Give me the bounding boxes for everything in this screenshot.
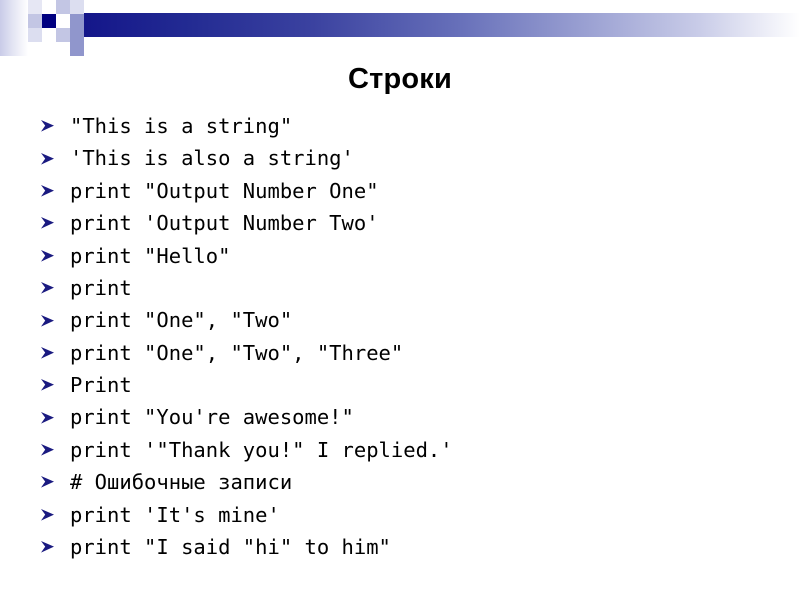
checker-square-7 bbox=[56, 14, 70, 28]
list-item: print "I said "hi" to him" bbox=[38, 531, 788, 563]
list-item-text: # Ошибочные записи bbox=[70, 470, 293, 495]
list-item-text: print "Output Number One" bbox=[70, 178, 379, 203]
checker-square-8 bbox=[70, 14, 84, 28]
arrow-bullet-icon bbox=[38, 540, 70, 554]
list-item-text: 'This is also a string' bbox=[70, 146, 354, 171]
list-item: print '"Thank you!" I replied.' bbox=[38, 434, 788, 466]
list-item-text: print "I said "hi" to him" bbox=[70, 535, 391, 560]
arrow-bullet-icon bbox=[38, 216, 70, 230]
arrow-bullet-icon bbox=[38, 152, 70, 166]
list-item: # Ошибочные записи bbox=[38, 466, 788, 498]
list-item-text: print "You're awesome!" bbox=[70, 405, 354, 430]
checker-square-13 bbox=[70, 42, 84, 56]
list-item-text: print "Hello" bbox=[70, 243, 231, 268]
list-item-text: print "One", "Two", "Three" bbox=[70, 340, 404, 365]
list-item-text: print "One", "Two" bbox=[70, 308, 293, 333]
list-item-text: Print bbox=[70, 373, 132, 398]
list-item: print 'It's mine' bbox=[38, 499, 788, 531]
arrow-bullet-icon bbox=[38, 475, 70, 489]
arrow-bullet-icon bbox=[38, 281, 70, 295]
arrow-bullet-icon bbox=[38, 508, 70, 522]
arrow-bullet-icon bbox=[38, 119, 70, 133]
header-gradient-bar bbox=[84, 13, 800, 37]
slide-header-decoration bbox=[0, 0, 800, 60]
list-item-text: print 'Output Number Two' bbox=[70, 211, 379, 236]
list-item: "This is a string" bbox=[38, 110, 788, 142]
slide-title: Строки bbox=[347, 63, 453, 95]
arrow-bullet-icon bbox=[38, 314, 70, 328]
checker-square-4 bbox=[70, 0, 84, 14]
arrow-bullet-icon bbox=[38, 411, 70, 425]
checker-square-5 bbox=[28, 14, 42, 28]
list-item: 'This is also a string' bbox=[38, 142, 788, 174]
checker-square-6 bbox=[42, 14, 56, 28]
list-item: print "One", "Two" bbox=[38, 304, 788, 336]
checker-square-3 bbox=[56, 0, 70, 14]
arrow-bullet-icon bbox=[38, 184, 70, 198]
list-item-text: print '"Thank you!" I replied.' bbox=[70, 437, 453, 462]
arrow-bullet-icon bbox=[38, 346, 70, 360]
list-item: print 'Output Number Two' bbox=[38, 207, 788, 239]
list-item: print "You're awesome!" bbox=[38, 402, 788, 434]
header-left-gradient-wash bbox=[0, 0, 28, 56]
list-item-text: print 'It's mine' bbox=[70, 502, 280, 527]
list-item: print "One", "Two", "Three" bbox=[38, 337, 788, 369]
list-item: print "Hello" bbox=[38, 240, 788, 272]
checker-square-9 bbox=[28, 28, 42, 42]
list-item-text: print bbox=[70, 275, 132, 300]
checker-square-10 bbox=[42, 28, 56, 42]
arrow-bullet-icon bbox=[38, 443, 70, 457]
checker-square-12 bbox=[70, 28, 84, 42]
checker-square-11 bbox=[56, 28, 70, 42]
arrow-bullet-icon bbox=[38, 249, 70, 263]
checker-square-1 bbox=[28, 0, 42, 14]
list-item: Print bbox=[38, 369, 788, 401]
bullet-list: "This is a string" 'This is also a string… bbox=[38, 110, 788, 563]
list-item-text: "This is a string" bbox=[70, 113, 293, 138]
arrow-bullet-icon bbox=[38, 378, 70, 392]
checker-square-2 bbox=[42, 0, 56, 14]
list-item: print "Output Number One" bbox=[38, 175, 788, 207]
list-item: print bbox=[38, 272, 788, 304]
checker-square-14 bbox=[56, 42, 70, 56]
